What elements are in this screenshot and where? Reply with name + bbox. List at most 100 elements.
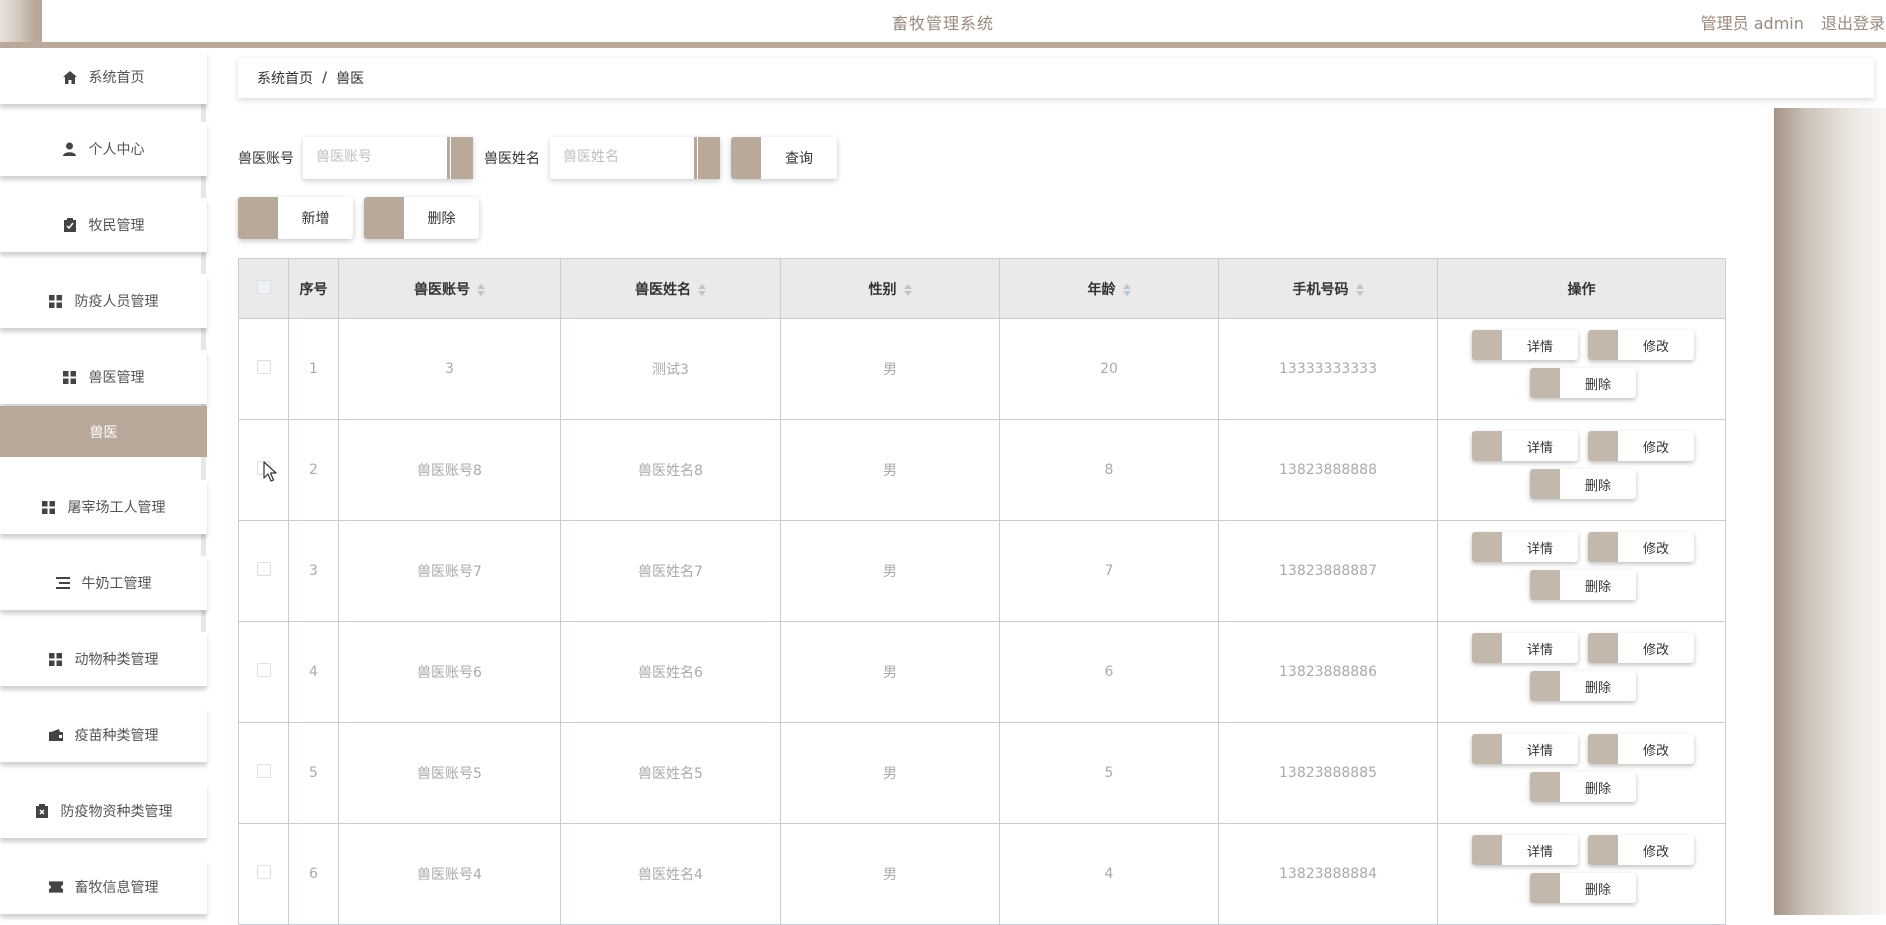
- row-delete-button-label: 删除: [1584, 882, 1611, 898]
- header-name[interactable]: 兽医姓名: [560, 258, 781, 319]
- edit-button-label: 修改: [1642, 339, 1669, 355]
- add-button[interactable]: 新增: [238, 197, 353, 239]
- row-delete-button[interactable]: 删除: [1530, 469, 1636, 499]
- sidebar-item-epidemic-supplies[interactable]: 防疫物资种类管理: [0, 784, 207, 838]
- account-search-input[interactable]: [303, 137, 443, 177]
- cell-index: 5: [288, 722, 339, 824]
- row-select-cell[interactable]: [238, 520, 289, 622]
- detail-button[interactable]: 详情: [1472, 633, 1578, 663]
- header-name-label: 兽医姓名: [635, 281, 691, 298]
- button-accent: [1530, 873, 1560, 903]
- edit-button[interactable]: 修改: [1588, 633, 1694, 663]
- button-accent: [1472, 633, 1502, 663]
- sidebar-item-livestock-info[interactable]: 畜牧信息管理: [0, 860, 207, 914]
- button-accent: [1530, 772, 1560, 802]
- cell-actions: 详情 修改删除: [1437, 722, 1726, 824]
- button-accent: [1530, 469, 1560, 499]
- name-search-field[interactable]: [550, 137, 720, 179]
- account-search-field[interactable]: [303, 137, 473, 179]
- sidebar-item-label: 兽医管理: [88, 370, 145, 386]
- detail-button[interactable]: 详情: [1472, 835, 1578, 865]
- row-select-cell[interactable]: [238, 621, 289, 723]
- cell-name: 兽医姓名7: [560, 520, 781, 622]
- sort-icon[interactable]: [1122, 283, 1131, 296]
- header-account[interactable]: 兽医账号: [338, 258, 561, 319]
- table-row: 4 兽医账号6 兽医姓名6 男 6 13823888886 详情 修改 删除: [238, 621, 1726, 723]
- breadcrumb-current: 兽医: [336, 71, 365, 87]
- detail-button[interactable]: 详情: [1472, 532, 1578, 562]
- breadcrumb-separator: /: [322, 70, 328, 86]
- query-button-label: 查询: [785, 151, 813, 167]
- cell-index: 3: [288, 520, 339, 622]
- sidebar-item-profile[interactable]: 个人中心: [0, 122, 207, 176]
- ticket-icon: [48, 880, 63, 894]
- edit-button[interactable]: 修改: [1588, 835, 1694, 865]
- button-accent: [1472, 330, 1502, 360]
- sidebar-subitem-vet[interactable]: 兽医: [0, 406, 207, 457]
- detail-button[interactable]: 详情: [1472, 431, 1578, 461]
- breadcrumb: 系统首页 / 兽医: [238, 58, 1874, 98]
- button-accent: [1472, 835, 1502, 865]
- sidebar-item-vet[interactable]: 兽医管理: [0, 350, 207, 404]
- button-accent: [1530, 368, 1560, 398]
- edit-button[interactable]: 修改: [1588, 330, 1694, 360]
- sidebar-item-slaughter-workers[interactable]: 屠宰场工人管理: [0, 480, 207, 534]
- sort-icon[interactable]: [1355, 283, 1364, 296]
- user-area: 管理员 admin 退出登录: [1689, 10, 1885, 34]
- sidebar-item-epidemic-staff[interactable]: 防疫人员管理: [0, 274, 207, 328]
- cell-index: 2: [288, 419, 339, 521]
- row-delete-button[interactable]: 删除: [1530, 671, 1636, 701]
- row-select-cell[interactable]: [238, 823, 289, 925]
- row-delete-button[interactable]: 删除: [1530, 368, 1636, 398]
- row-checkbox[interactable]: [256, 663, 271, 677]
- cell-name: 兽医姓名6: [560, 621, 781, 723]
- edit-button-label: 修改: [1642, 844, 1669, 860]
- edit-button[interactable]: 修改: [1588, 532, 1694, 562]
- header-age[interactable]: 年龄: [999, 258, 1219, 319]
- sidebar: 系统首页 个人中心 牧民管理 防疫人员管理 兽医管理 兽医 屠宰场工人管理 牛奶…: [0, 50, 208, 915]
- row-checkbox[interactable]: [256, 562, 271, 576]
- detail-button-label: 详情: [1526, 339, 1553, 355]
- row-checkbox[interactable]: [256, 865, 271, 879]
- edit-button[interactable]: 修改: [1588, 734, 1694, 764]
- button-accent: [238, 197, 278, 239]
- sidebar-item-herders[interactable]: 牧民管理: [0, 198, 207, 252]
- select-all-checkbox[interactable]: [256, 279, 271, 294]
- row-delete-button[interactable]: 删除: [1530, 570, 1636, 600]
- edit-button[interactable]: 修改: [1588, 431, 1694, 461]
- header-phone[interactable]: 手机号码: [1218, 258, 1438, 319]
- row-select-cell[interactable]: [238, 722, 289, 824]
- table-body: 1 3 测试3 男 20 13333333333 详情 修改 删除 2 兽医账号8 兽医姓名8 男 8 13…: [238, 318, 1726, 925]
- batch-delete-button[interactable]: 删除: [364, 197, 479, 239]
- sidebar-item-animal-types[interactable]: 动物种类管理: [0, 632, 207, 686]
- row-checkbox[interactable]: [256, 360, 271, 374]
- detail-button-label: 详情: [1526, 642, 1553, 658]
- sidebar-item-home[interactable]: 系统首页: [0, 50, 207, 104]
- detail-button[interactable]: 详情: [1472, 734, 1578, 764]
- cell-index: 6: [288, 823, 339, 925]
- sort-icon[interactable]: [698, 283, 706, 296]
- sidebar-item-milk-workers[interactable]: 牛奶工管理: [0, 556, 207, 610]
- select-all-cell[interactable]: [238, 258, 289, 319]
- sort-icon[interactable]: [903, 283, 912, 296]
- row-select-cell[interactable]: [238, 318, 289, 420]
- cell-age: 7: [999, 520, 1219, 622]
- sidebar-item-label: 畜牧信息管理: [74, 880, 159, 896]
- breadcrumb-home[interactable]: 系统首页: [257, 68, 313, 88]
- row-checkbox[interactable]: [256, 764, 271, 778]
- cell-actions: 详情 修改删除: [1437, 520, 1726, 622]
- table-row: 1 3 测试3 男 20 13333333333 详情 修改 删除: [238, 318, 1726, 420]
- sidebar-item-vaccine-types[interactable]: 疫苗种类管理: [0, 708, 207, 762]
- detail-button[interactable]: 详情: [1472, 330, 1578, 360]
- sort-icon[interactable]: [477, 283, 485, 296]
- button-accent: [1588, 835, 1618, 865]
- query-button[interactable]: 查询: [731, 137, 837, 179]
- wallet-icon: [48, 728, 63, 742]
- name-search-input[interactable]: [550, 137, 690, 177]
- sidebar-item-label: 动物种类管理: [74, 652, 159, 668]
- logout-link[interactable]: 退出登录: [1821, 14, 1885, 33]
- row-delete-button[interactable]: 删除: [1530, 873, 1636, 903]
- header-gender[interactable]: 性别: [780, 258, 1000, 319]
- row-delete-button[interactable]: 删除: [1530, 772, 1636, 802]
- name-label: 兽医姓名: [484, 151, 540, 167]
